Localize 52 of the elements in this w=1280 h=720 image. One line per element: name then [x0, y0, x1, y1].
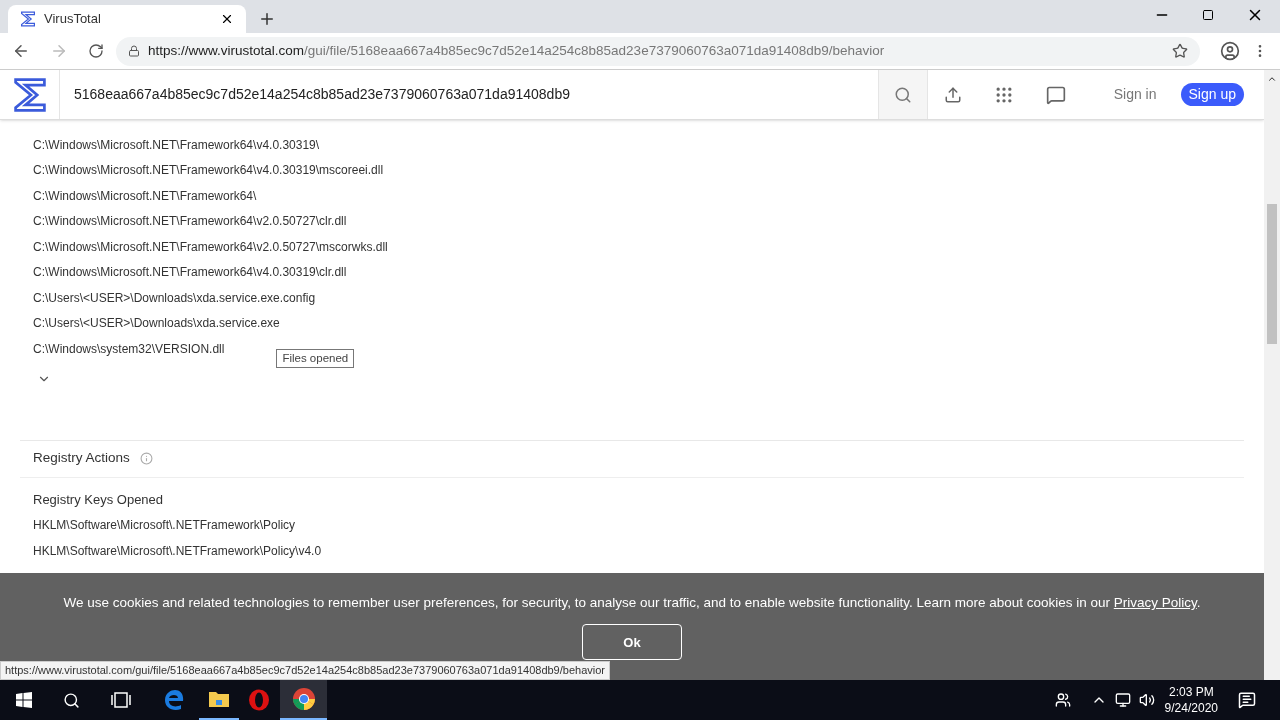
- people-icon[interactable]: [1054, 692, 1071, 708]
- search-field[interactable]: 5168eaa667a4b85ec9c7d52e14a254c8b85ad23e7379060763a071da91408db9: [60, 84, 878, 105]
- file-path: C:\Users\<USER>\Downloads\xda.service.exe: [33, 315, 280, 333]
- bookmark-star-icon[interactable]: [1172, 43, 1188, 59]
- clock-time[interactable]: 2:03 PM: [1168, 684, 1214, 700]
- chrome-icon: [291, 687, 316, 711]
- file-path: C:\Windows\Microsoft.NET\Framework64\: [33, 187, 257, 205]
- file-path: C:\Windows\Microsoft.NET\Framework64\v2.0.50727\mscorwks.dll: [33, 238, 388, 256]
- tooltip: Files opened: [276, 349, 355, 369]
- registry-key: HKLM\Software\Microsoft\.NETFramework\Policy: [33, 516, 296, 534]
- file-path: C:\Windows\Microsoft.NET\Framework64\v4.0.30319\: [33, 136, 320, 154]
- opera-browser-icon[interactable]: [248, 689, 270, 711]
- cookie-notice: We use cookies and related technologies to remember user preferences, for security, to analyse our traffic, and to enable website functionality. Learn more about cookies in our Privacy Policy.: [63, 594, 1201, 612]
- ok-button[interactable]: Ok: [582, 624, 682, 661]
- virustotal-logo-icon: [11, 76, 48, 113]
- scroll-up-icon[interactable]: [1267, 74, 1277, 84]
- reload-icon[interactable]: [88, 43, 104, 59]
- url-text: https://www.virustotal.com/gui/file/5168eaa667a4b85ec9c7d52e14a254c8b85ad23e7379060763a071da91408db9/behavior: [148, 41, 885, 60]
- site-logo-icon: [20, 11, 36, 27]
- chat-icon[interactable]: [1045, 84, 1066, 105]
- upload-icon[interactable]: [943, 85, 962, 104]
- search-icon[interactable]: [63, 691, 80, 709]
- folder-icon: [208, 690, 230, 708]
- windows-start-icon[interactable]: [16, 692, 32, 708]
- network-icon[interactable]: [1114, 692, 1131, 708]
- restore-icon[interactable]: [1202, 9, 1214, 21]
- file-path: C:\Windows\system32\VERSION.dll: [33, 340, 225, 358]
- sign-up-button[interactable]: Sign up: [1180, 83, 1244, 106]
- file-path: C:\Users\<USER>\Downloads\xda.service.exe.config: [33, 289, 316, 307]
- profile-icon[interactable]: [1220, 41, 1240, 61]
- new-tab-icon[interactable]: [258, 10, 276, 28]
- edge-browser-icon[interactable]: [163, 689, 185, 711]
- status-url: https://www.virustotal.com/gui/file/5168eaa667a4b85ec9c7d52e14a254c8b85ad23e7379060763a071da91408db9/behavior: [0, 661, 610, 680]
- sign-in-link[interactable]: Sign in: [1113, 84, 1157, 105]
- notifications-icon[interactable]: [1238, 691, 1256, 709]
- volume-icon[interactable]: [1138, 692, 1155, 708]
- file-path: C:\Windows\Microsoft.NET\Framework64\v2.0.50727\clr.dll: [33, 213, 347, 231]
- chrome-taskbar-button[interactable]: [280, 680, 327, 720]
- section-title: Registry Actions: [33, 449, 130, 468]
- task-view-icon[interactable]: [111, 692, 131, 708]
- address-bar[interactable]: https://www.virustotal.com/gui/file/5168eaa667a4b85ec9c7d52e14a254c8b85ad23e7379060763a071da91408db9/behavior: [116, 36, 1200, 66]
- close-icon[interactable]: [220, 12, 234, 26]
- search-icon: [893, 85, 912, 104]
- file-path: C:\Windows\Microsoft.NET\Framework64\v4.0.30319\mscoreei.dll: [33, 162, 384, 180]
- lock-icon: [128, 45, 140, 57]
- file-path: C:\Windows\Microsoft.NET\Framework64\v4.0.30319\clr.dll: [33, 264, 347, 282]
- registry-key: HKLM\Software\Microsoft\.NETFramework\Policy\v4.0: [33, 542, 322, 560]
- clock-date[interactable]: 9/24/2020: [1164, 700, 1218, 716]
- privacy-policy-link[interactable]: Privacy Policy: [1113, 595, 1197, 610]
- back-icon[interactable]: [12, 42, 30, 60]
- section-subtitle: Registry Keys Opened: [33, 490, 165, 509]
- scrollbar-thumb[interactable]: [1267, 204, 1277, 344]
